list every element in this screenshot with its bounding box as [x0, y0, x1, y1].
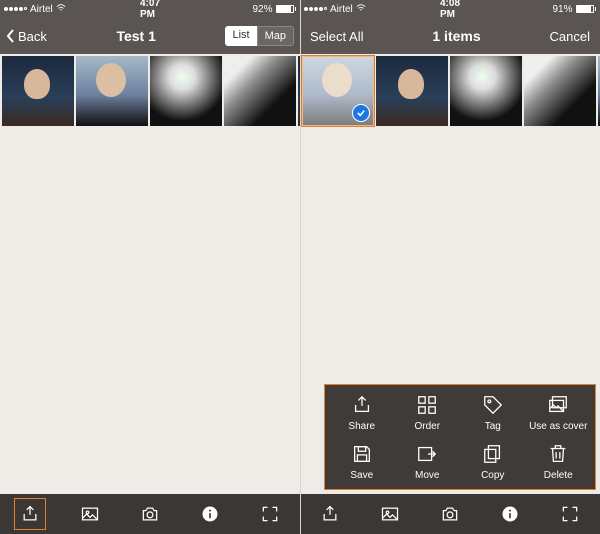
share-option[interactable]: Share: [329, 393, 395, 432]
thumbnail[interactable]: [224, 56, 296, 126]
thumbnail[interactable]: [376, 56, 448, 126]
cover-option[interactable]: Use as cover: [526, 393, 592, 432]
status-time: 4:07 PM: [140, 0, 160, 20]
delete-option[interactable]: Delete: [526, 442, 592, 481]
thumbnail-strip: [0, 54, 300, 128]
screen-left: Airtel 4:07 PM 92% Back Test 1 List: [0, 0, 300, 534]
copy-option[interactable]: Copy: [460, 442, 526, 481]
tag-icon: [479, 393, 507, 417]
content-area: Share Order Tag Use as cover Save: [300, 128, 600, 494]
grid-icon: [413, 393, 441, 417]
screen-right: Airtel 4:08 PM 91% Select All 1 items Ca…: [300, 0, 600, 534]
carrier-label: Airtel: [30, 4, 53, 15]
seg-map[interactable]: Map: [257, 26, 294, 46]
bottom-toolbar: [0, 494, 300, 534]
copy-icon: [479, 442, 507, 466]
move-icon: [413, 442, 441, 466]
image-button[interactable]: [374, 498, 406, 530]
opt-label: Delete: [544, 470, 573, 481]
tag-option[interactable]: Tag: [460, 393, 526, 432]
share-button[interactable]: [314, 498, 346, 530]
battery-icon: [576, 5, 597, 13]
trash-icon: [544, 442, 572, 466]
opt-label: Order: [414, 421, 440, 432]
thumbnail-selected[interactable]: [302, 56, 374, 126]
content-area: [0, 128, 300, 494]
thumbnail[interactable]: [2, 56, 74, 126]
carrier-label: Airtel: [330, 4, 353, 15]
selection-count: 1 items: [367, 28, 545, 44]
battery-pct: 91%: [553, 4, 573, 15]
select-all-button[interactable]: Select All: [306, 29, 367, 44]
wifi-icon: [356, 4, 366, 15]
thumbnail[interactable]: [76, 56, 148, 126]
share-button[interactable]: [14, 498, 46, 530]
signal-dots-icon: [4, 7, 27, 11]
fullscreen-button[interactable]: [554, 498, 586, 530]
status-bar: Airtel 4:08 PM 91%: [300, 0, 600, 18]
cancel-button[interactable]: Cancel: [546, 29, 594, 44]
wifi-icon: [56, 4, 66, 15]
thumbnail-strip: [300, 54, 600, 128]
nav-bar: Back Test 1 List Map: [0, 18, 300, 54]
thumbnail[interactable]: [150, 56, 222, 126]
image-button[interactable]: [74, 498, 106, 530]
opt-label: Use as cover: [529, 421, 587, 432]
battery-pct: 92%: [253, 4, 273, 15]
save-icon: [348, 442, 376, 466]
opt-label: Share: [348, 421, 375, 432]
view-toggle[interactable]: List Map: [225, 26, 294, 46]
battery-icon: [276, 5, 297, 13]
order-option[interactable]: Order: [395, 393, 461, 432]
save-option[interactable]: Save: [329, 442, 395, 481]
images-icon: [544, 393, 572, 417]
status-bar: Airtel 4:07 PM 92%: [0, 0, 300, 18]
seg-list[interactable]: List: [225, 26, 256, 46]
opt-label: Move: [415, 470, 439, 481]
signal-dots-icon: [304, 7, 327, 11]
nav-bar: Select All 1 items Cancel: [300, 18, 600, 54]
opt-label: Copy: [481, 470, 504, 481]
info-button[interactable]: [494, 498, 526, 530]
fullscreen-button[interactable]: [254, 498, 286, 530]
thumbnail[interactable]: [450, 56, 522, 126]
checkmark-icon: [352, 104, 370, 122]
opt-label: Tag: [485, 421, 501, 432]
action-sheet: Share Order Tag Use as cover Save: [324, 384, 596, 490]
nav-title: Test 1: [47, 28, 226, 44]
opt-label: Save: [350, 470, 373, 481]
back-label: Back: [18, 29, 47, 44]
screen-divider: [300, 0, 301, 534]
thumbnail[interactable]: [524, 56, 596, 126]
move-option[interactable]: Move: [395, 442, 461, 481]
bottom-toolbar: [300, 494, 600, 534]
camera-button[interactable]: [434, 498, 466, 530]
back-button[interactable]: Back: [6, 29, 47, 44]
camera-button[interactable]: [134, 498, 166, 530]
share-icon: [348, 393, 376, 417]
status-time: 4:08 PM: [440, 0, 460, 20]
info-button[interactable]: [194, 498, 226, 530]
